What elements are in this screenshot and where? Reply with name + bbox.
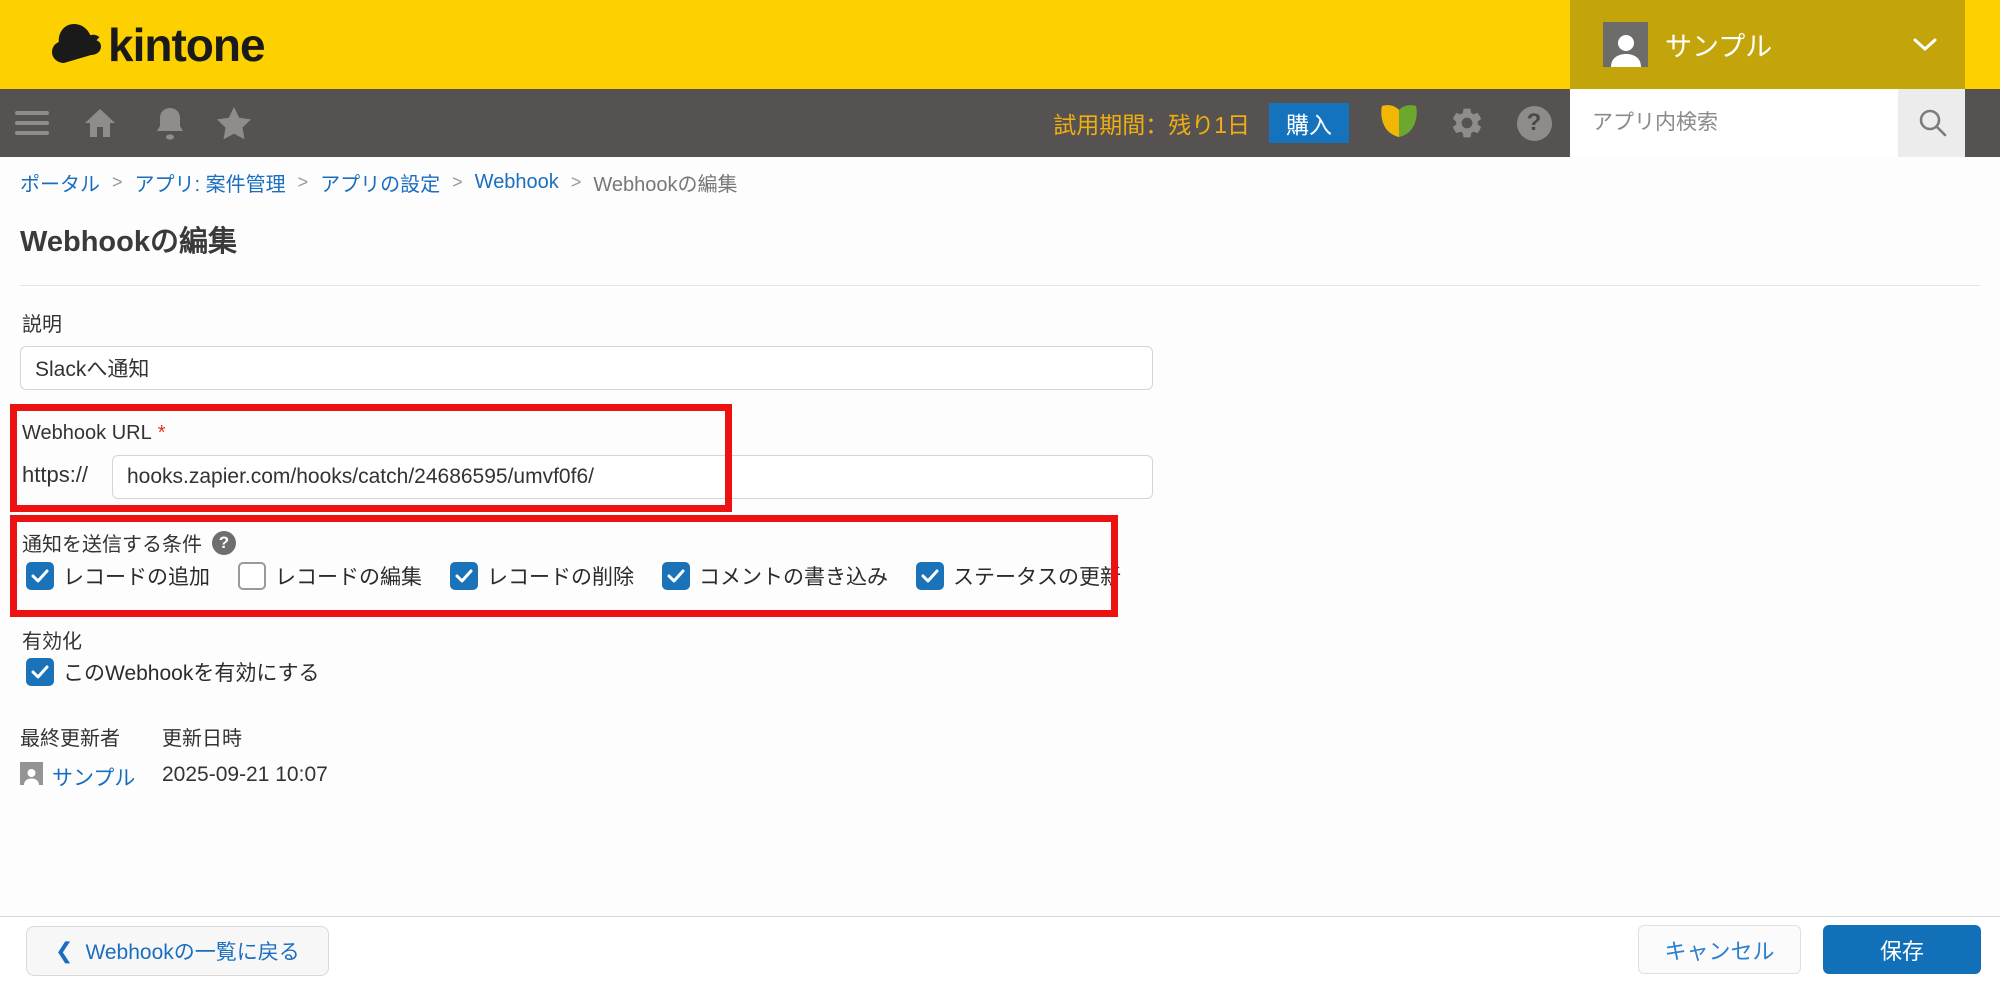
breadcrumb: ポータル > アプリ: 案件管理 > アプリの設定 > Webhook > We… — [20, 168, 737, 197]
app-header: kintone サンプル — [0, 0, 2000, 89]
breadcrumb-app[interactable]: アプリ: 案件管理 — [135, 168, 286, 197]
breadcrumb-separator: > — [112, 172, 123, 192]
breadcrumb-current: Webhookの編集 — [593, 174, 738, 196]
breadcrumb-app-settings[interactable]: アプリの設定 — [320, 168, 440, 197]
chevron-left-icon: ❮ — [55, 938, 74, 963]
search-icon — [1917, 107, 1947, 140]
hamburger-menu-icon[interactable] — [10, 89, 54, 157]
webhook-url-label: Webhook URL * — [22, 422, 166, 444]
search-input[interactable] — [1570, 89, 1898, 157]
breadcrumb-separator: > — [297, 172, 309, 192]
condition-1-checkbox[interactable] — [238, 562, 266, 590]
updated-at-value: 2025-09-21 10:07 — [162, 763, 328, 786]
help-icon[interactable]: ? — [1512, 89, 1556, 157]
condition-4-label: ステータスの更新 — [953, 566, 1121, 589]
breadcrumb-separator: > — [570, 172, 582, 192]
activation-item[interactable]: このWebhookを有効にする — [26, 657, 320, 687]
condition-4-item[interactable]: ステータスの更新 — [916, 561, 1121, 591]
activation-checkbox[interactable] — [26, 658, 54, 686]
user-avatar — [1603, 22, 1648, 67]
user-name: サンプル — [1665, 32, 1773, 62]
chevron-down-icon — [1913, 38, 1937, 57]
question-mark-glyph: ? — [1516, 105, 1552, 141]
search-button[interactable] — [1898, 89, 1965, 157]
condition-0-item[interactable]: レコードの追加 — [26, 561, 210, 591]
footer-bar: ❮ Webhookの一覧に戻る キャンセル 保存 — [0, 916, 2000, 985]
webhook-url-input[interactable] — [112, 455, 1153, 499]
back-button-label: Webhookの一覧に戻る — [85, 941, 300, 964]
app-search — [1570, 89, 1965, 157]
condition-1-label: レコードの編集 — [275, 566, 422, 589]
breadcrumb-webhook[interactable]: Webhook — [475, 171, 559, 194]
condition-0-checkbox[interactable] — [26, 562, 54, 590]
updater-avatar — [20, 762, 43, 785]
kintone-logo[interactable]: kintone — [50, 19, 266, 71]
notification-bell-icon[interactable] — [148, 89, 192, 157]
activation-row: このWebhookを有効にする — [26, 657, 320, 687]
activation-label: このWebhookを有効にする — [63, 662, 320, 685]
activation-label: 有効化 — [22, 631, 82, 653]
breadcrumb-separator: > — [452, 172, 463, 192]
title-divider — [20, 285, 1980, 286]
home-icon[interactable] — [78, 89, 122, 157]
updated-at-label: 更新日時 — [162, 728, 242, 750]
condition-2-label: レコードの削除 — [487, 566, 634, 589]
favorite-star-icon[interactable] — [212, 89, 256, 157]
beginner-guide-icon[interactable] — [1377, 89, 1421, 157]
condition-2-item[interactable]: レコードの削除 — [450, 561, 634, 591]
condition-1-item[interactable]: レコードの編集 — [238, 561, 422, 591]
condition-3-checkbox[interactable] — [662, 562, 690, 590]
cloud-icon — [50, 22, 102, 69]
cancel-button[interactable]: キャンセル — [1638, 925, 1801, 974]
user-menu[interactable]: サンプル — [1570, 0, 1965, 89]
conditions-help-icon[interactable]: ? — [212, 530, 236, 555]
updater-name-link[interactable]: サンプル — [52, 762, 135, 792]
required-asterisk: * — [157, 422, 166, 444]
condition-0-label: レコードの追加 — [63, 566, 210, 589]
condition-2-checkbox[interactable] — [450, 562, 478, 590]
logo-wordmark: kintone — [108, 19, 266, 71]
conditions-row: レコードの追加 レコードの編集 レコードの削除 コメントの書き込み ステータスの更新 — [26, 561, 1121, 591]
condition-3-label: コメントの書き込み — [699, 566, 888, 589]
condition-4-checkbox[interactable] — [916, 562, 944, 590]
trial-period-text: 試用期間：残り1日 — [1053, 112, 1250, 138]
page-title: Webhookの編集 — [20, 226, 237, 258]
back-to-list-button[interactable]: ❮ Webhookの一覧に戻る — [26, 926, 329, 976]
breadcrumb-portal[interactable]: ポータル — [20, 168, 100, 197]
description-label: 説明 — [22, 314, 62, 336]
condition-3-item[interactable]: コメントの書き込み — [662, 561, 888, 591]
settings-gear-icon[interactable] — [1445, 89, 1489, 157]
description-input[interactable] — [20, 346, 1153, 390]
last-updater-label: 最終更新者 — [20, 728, 120, 750]
buy-button[interactable]: 購入 — [1269, 103, 1349, 143]
save-button[interactable]: 保存 — [1823, 925, 1981, 974]
conditions-label: 通知を送信する条件 ? — [22, 528, 236, 557]
url-protocol-text: https:// — [22, 462, 89, 487]
